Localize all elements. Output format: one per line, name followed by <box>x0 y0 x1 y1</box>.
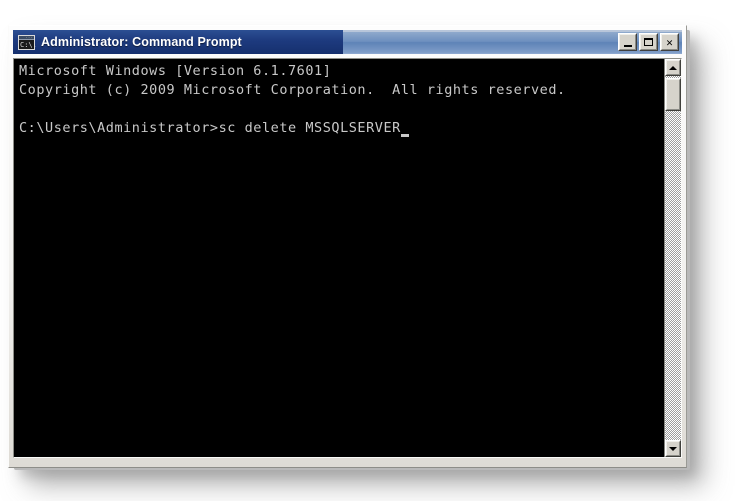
scrollbar-thumb[interactable] <box>665 78 681 111</box>
maximize-button[interactable] <box>639 33 658 51</box>
terminal-cursor <box>400 134 409 137</box>
vertical-scrollbar[interactable] <box>664 59 681 457</box>
title-bar-content: ··· C:\. Administrator: Command Prompt <box>13 30 242 54</box>
terminal-command: sc delete MSSQLSERVER <box>218 120 401 136</box>
command-prompt-window: ··· C:\. Administrator: Command Prompt ✕ <box>8 25 687 468</box>
chevron-up-icon <box>669 65 677 70</box>
terminal-line: Microsoft Windows [Version 6.1.7601] <box>19 63 332 79</box>
cmd-icon-glyph: C:\. <box>20 40 37 49</box>
window-title: Administrator: Command Prompt <box>41 35 242 49</box>
scrollbar-thumb-bevel <box>666 79 680 110</box>
scroll-up-button[interactable] <box>665 59 681 76</box>
terminal-prompt: C:\Users\Administrator> <box>19 120 219 136</box>
title-bar[interactable]: ··· C:\. Administrator: Command Prompt ✕ <box>13 30 682 54</box>
terminal-line: Copyright (c) 2009 Microsoft Corporation… <box>19 82 566 98</box>
close-icon: ✕ <box>666 35 673 49</box>
minimize-button-bevel <box>619 34 636 50</box>
minimize-icon <box>623 44 632 47</box>
scroll-down-button[interactable] <box>665 440 681 457</box>
screen: ··· C:\. Administrator: Command Prompt ✕ <box>0 0 735 501</box>
scrollbar-track[interactable] <box>665 76 681 440</box>
terminal-command-line: C:\Users\Administrator>sc delete MSSQLSE… <box>19 119 664 138</box>
chevron-down-icon <box>669 446 677 451</box>
maximize-icon <box>644 38 653 46</box>
caption-buttons: ✕ <box>618 33 679 51</box>
minimize-button[interactable] <box>618 33 637 51</box>
terminal-output[interactable]: Microsoft Windows [Version 6.1.7601] Cop… <box>14 59 664 457</box>
window-client-area: Microsoft Windows [Version 6.1.7601] Cop… <box>13 58 682 458</box>
close-button[interactable]: ✕ <box>660 33 679 51</box>
cmd-prompt-icon: ··· C:\. <box>18 34 37 50</box>
